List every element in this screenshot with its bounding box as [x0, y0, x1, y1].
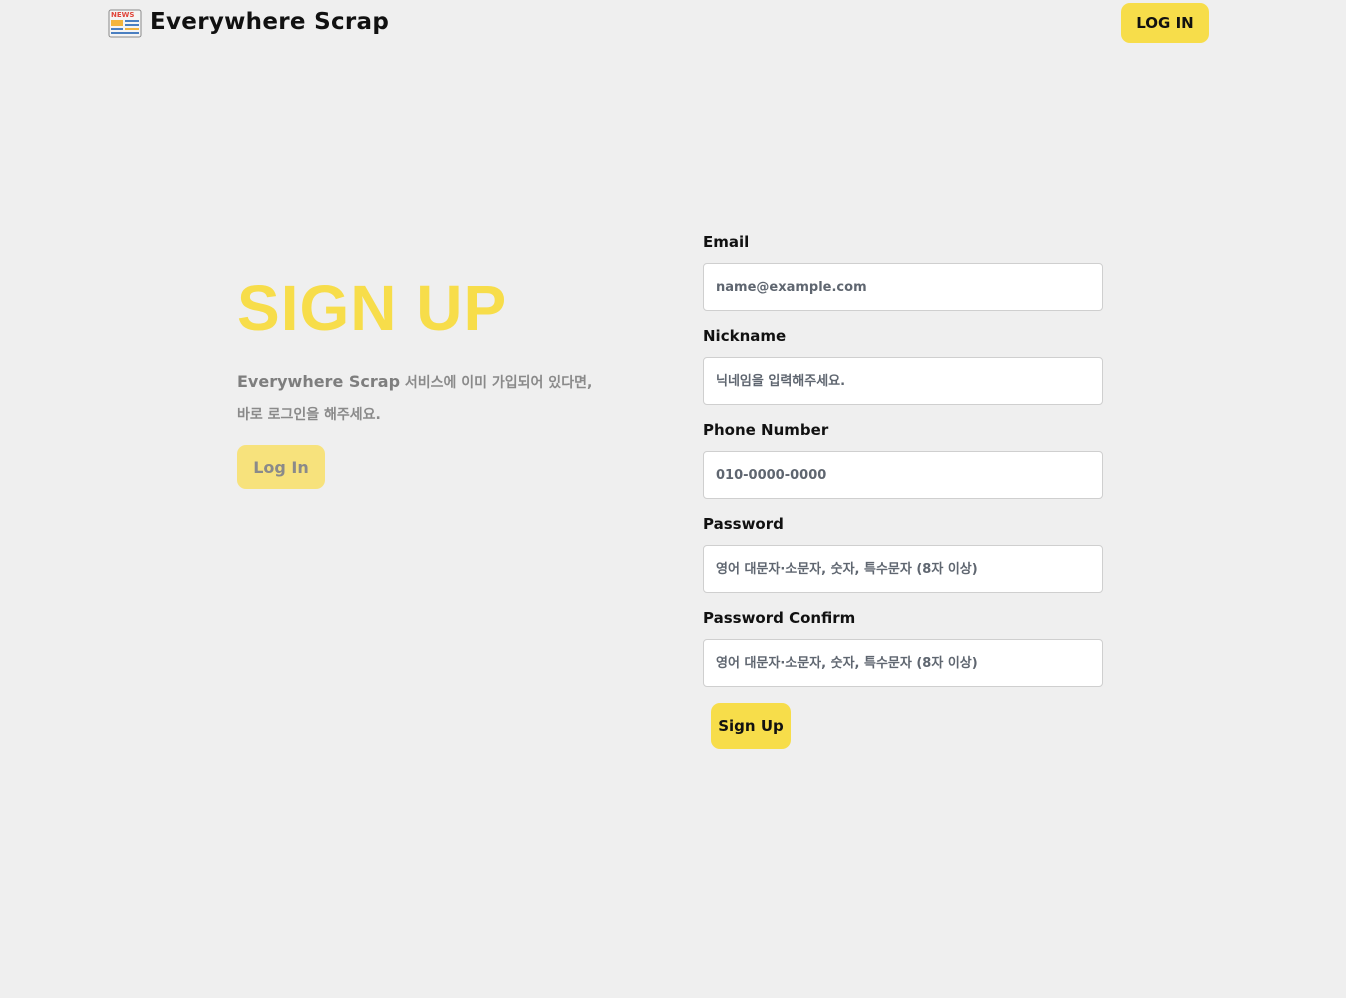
hero-description-line2: 바로 로그인을 해주세요. [237, 407, 381, 423]
phone-field-group: Phone Number [703, 419, 1103, 499]
brand-link[interactable]: NEWS Everywhere Scrap [108, 6, 389, 38]
nav-login-button[interactable]: LOG IN [1121, 3, 1209, 43]
newspaper-icon: NEWS [108, 6, 142, 38]
signup-submit-button[interactable]: Sign Up [711, 703, 791, 749]
hero-description: Everywhere Scrap 서비스에 이미 가입되어 있다면, 바로 로그… [237, 366, 657, 431]
navbar: NEWS Everywhere Scrap LOG IN [0, 0, 1346, 46]
email-field-group: Email [703, 231, 1103, 311]
password-field-group: Password [703, 513, 1103, 593]
signup-hero: SIGN UP Everywhere Scrap 서비스에 이미 가입되어 있다… [237, 270, 657, 489]
password-confirm-field-group: Password Confirm [703, 607, 1103, 687]
nickname-label: Nickname [703, 327, 787, 345]
email-label: Email [703, 233, 750, 251]
hero-description-line1-text: 서비스에 이미 가입되어 있다면, [400, 375, 593, 391]
password-input[interactable] [703, 545, 1103, 593]
phone-label: Phone Number [703, 421, 829, 439]
phone-input[interactable] [703, 451, 1103, 499]
hero-description-line1: Everywhere Scrap 서비스에 이미 가입되어 있다면, [237, 366, 657, 399]
password-confirm-label: Password Confirm [703, 609, 856, 627]
signup-form: Email Nickname Phone Number Password Pas… [703, 231, 1103, 749]
password-confirm-input[interactable] [703, 639, 1103, 687]
hero-brand-name: Everywhere Scrap [237, 372, 401, 391]
hero-login-button[interactable]: Log In [237, 445, 325, 489]
brand-title: Everywhere Scrap [150, 9, 390, 35]
nickname-field-group: Nickname [703, 325, 1103, 405]
email-input[interactable] [703, 263, 1103, 311]
nickname-input[interactable] [703, 357, 1103, 405]
password-label: Password [703, 515, 784, 533]
svg-text:NEWS: NEWS [111, 11, 134, 19]
page-title: SIGN UP [237, 272, 508, 344]
